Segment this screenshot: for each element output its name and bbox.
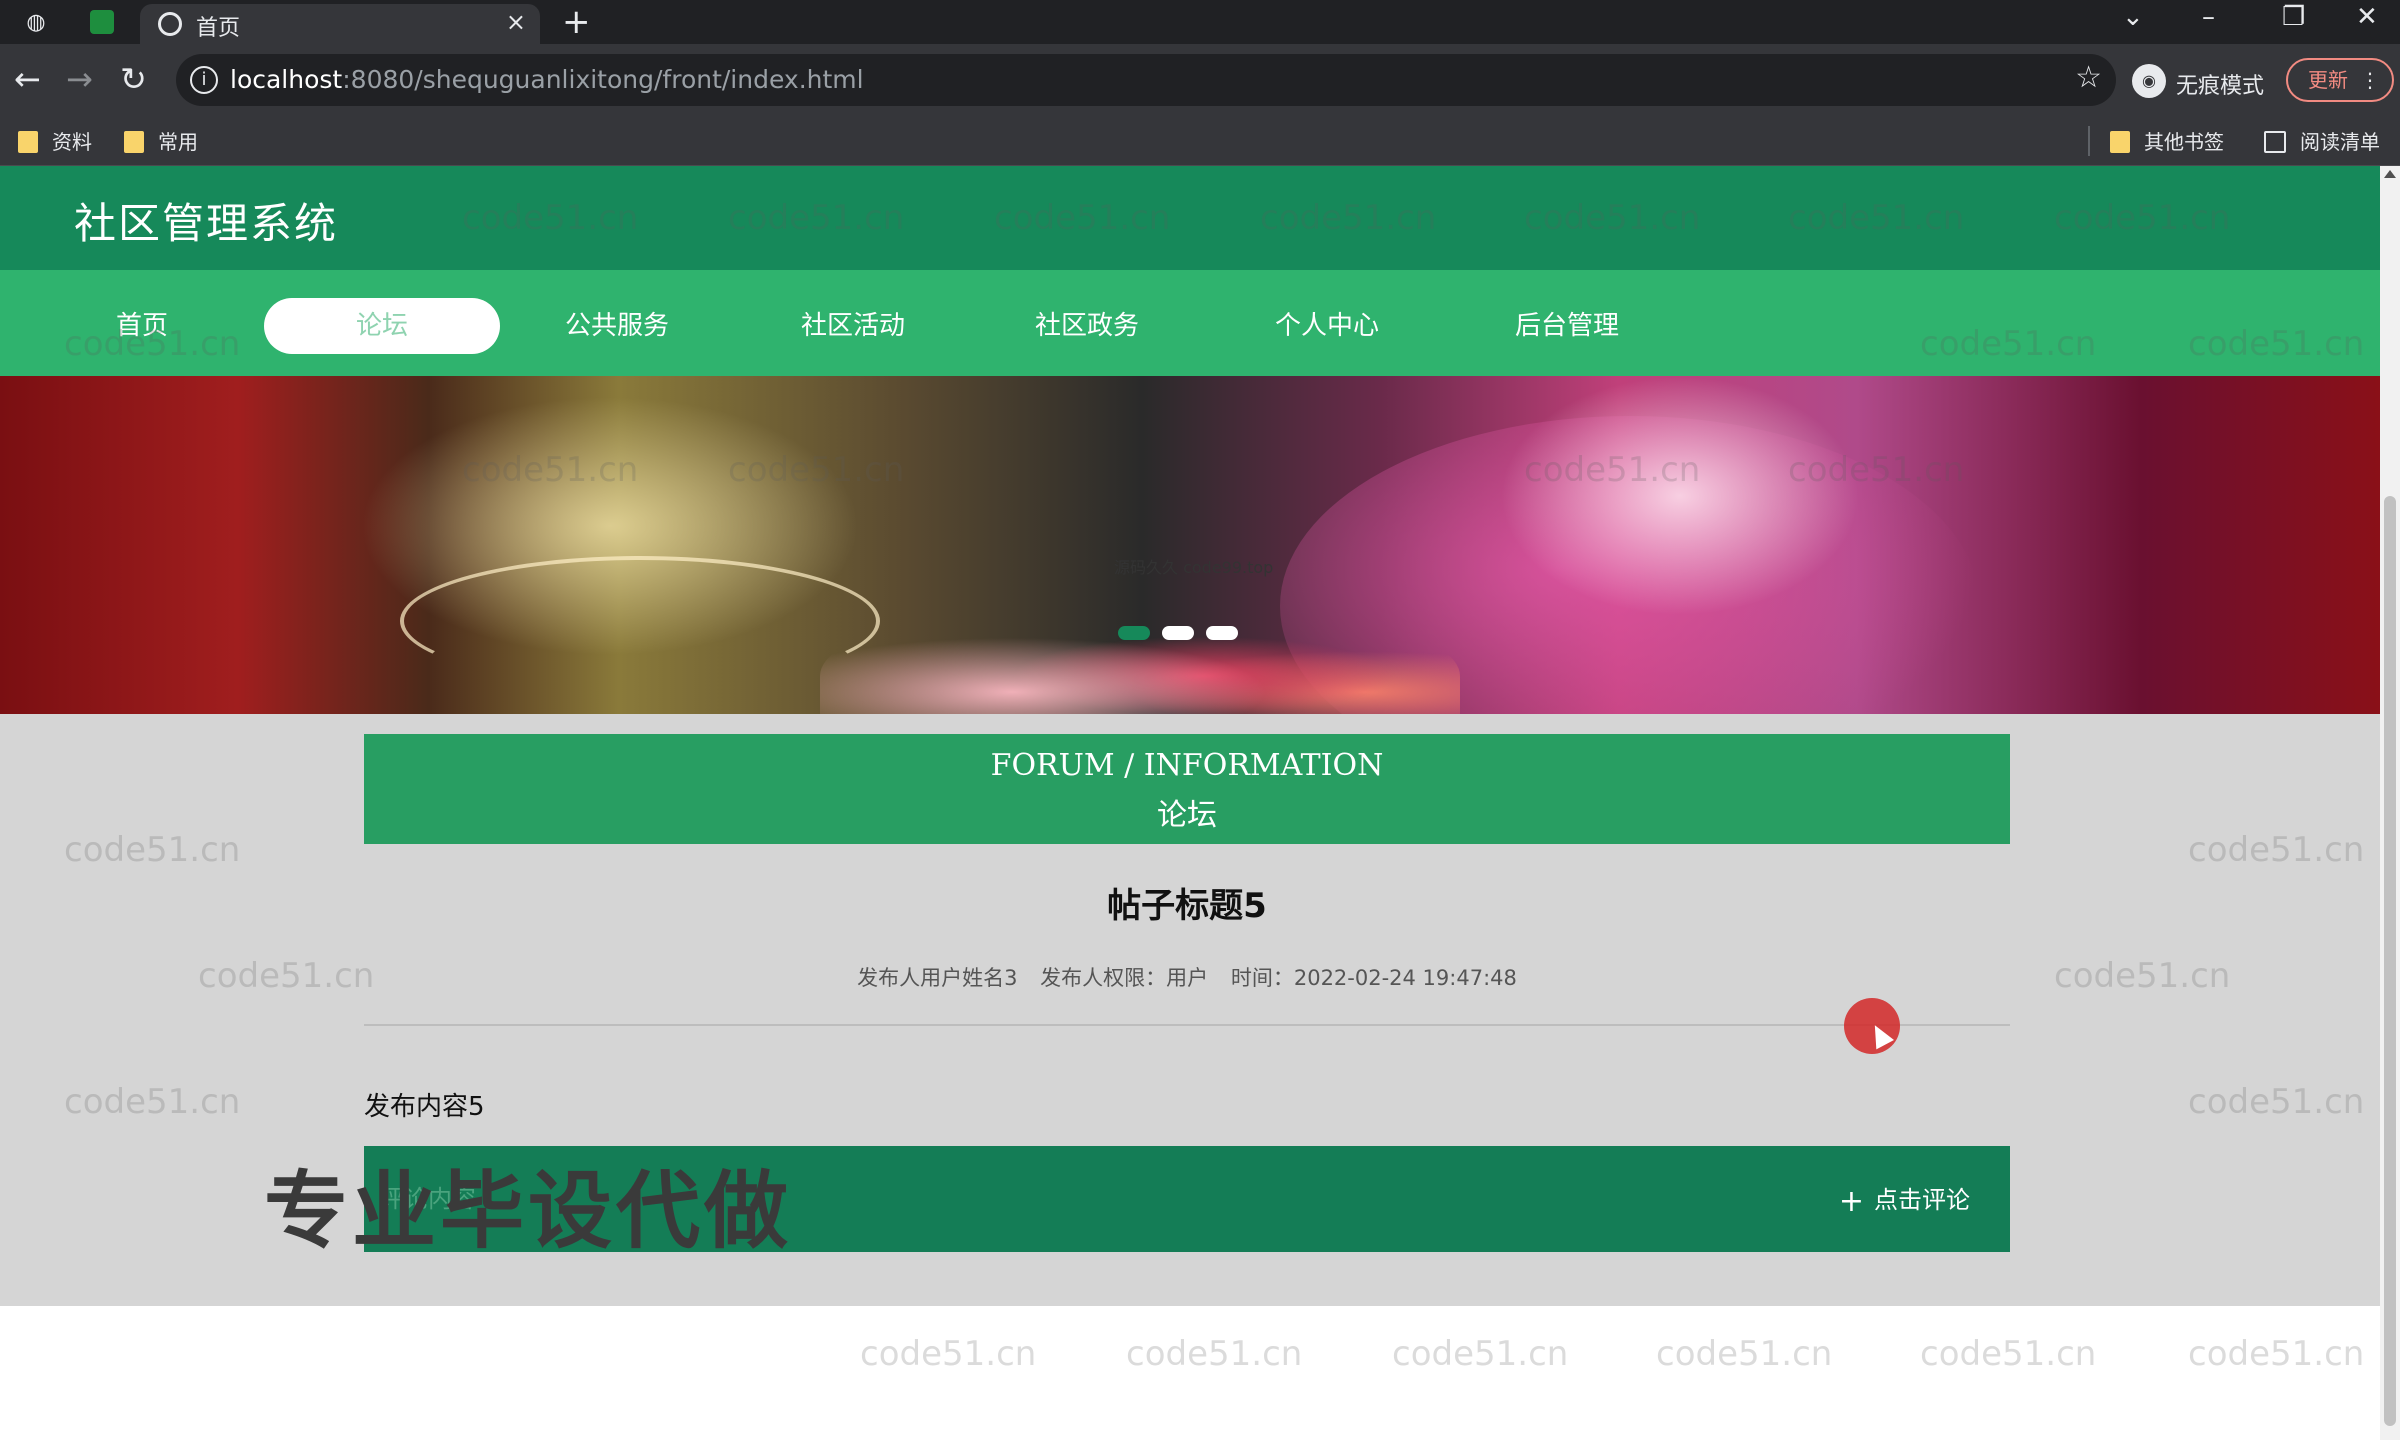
reload-icon[interactable]: ↻ xyxy=(120,60,147,98)
bookmark-star-icon[interactable]: ☆ xyxy=(2075,60,2102,95)
carousel-dot-2[interactable] xyxy=(1162,626,1194,640)
window-close-icon[interactable]: ✕ xyxy=(2356,2,2378,32)
site-nav: 首页 论坛 公共服务 社区活动 社区政务 个人中心 后台管理 xyxy=(0,270,2380,376)
carousel-dot-3[interactable] xyxy=(1206,626,1238,640)
address-bar: ← → ↻ i localhost:8080/shequguanlixitong… xyxy=(0,44,2400,116)
reading-list[interactable]: 阅读清单 xyxy=(2264,126,2380,155)
sheets-app-icon[interactable] xyxy=(90,10,114,34)
folder-icon xyxy=(2110,131,2130,153)
source-watermark: 源码久久 code99.top xyxy=(1114,558,1274,577)
banner-ring xyxy=(400,556,880,686)
close-tab-icon[interactable]: × xyxy=(506,8,526,36)
nav-public-service[interactable]: 公共服务 xyxy=(542,298,692,354)
post-divider xyxy=(364,1024,2010,1026)
browser-tab-bar: ◍ 首页 × + ⌄ – ❐ ✕ xyxy=(0,0,2400,44)
update-button[interactable]: 更新 ⋮ xyxy=(2286,58,2394,102)
tab-search-icon[interactable]: ⌄ xyxy=(2122,2,2144,32)
bookmark-folder-changyong[interactable]: 常用 xyxy=(124,126,198,155)
back-icon[interactable]: ← xyxy=(14,60,41,98)
carousel-indicators xyxy=(1118,626,1238,640)
post-publisher-role: 发布人权限：用户 xyxy=(1040,966,1209,990)
minimize-icon[interactable]: – xyxy=(2202,2,2215,32)
post-publisher-name: 发布人用户姓名3 xyxy=(857,966,1018,990)
nav-community-activity[interactable]: 社区活动 xyxy=(778,298,928,354)
url-field[interactable]: i localhost:8080/shequguanlixitong/front… xyxy=(176,54,2116,106)
folder-icon xyxy=(124,131,144,153)
post-content: 发布内容5 xyxy=(364,1092,485,1122)
post-time: 时间：2022-02-24 19:47:48 xyxy=(1230,966,1517,990)
nav-admin[interactable]: 后台管理 xyxy=(1492,298,1642,354)
plus-icon: + xyxy=(1838,1184,1864,1219)
promo-text: 专业毕设代做 xyxy=(264,1162,793,1260)
browser-menu-icon[interactable]: ◍ xyxy=(22,8,50,36)
scroll-up-arrow-icon[interactable] xyxy=(2384,170,2396,178)
nav-personal-center[interactable]: 个人中心 xyxy=(1252,298,1402,354)
post-meta: 发布人用户姓名3 发布人权限：用户 时间：2022-02-24 19:47:48 xyxy=(364,962,2010,992)
restore-icon[interactable]: ❐ xyxy=(2282,2,2305,32)
bookmarks-bar: 资料 常用 其他书签 阅读清单 xyxy=(0,116,2400,166)
globe-icon xyxy=(158,12,182,36)
tab-title: 首页 xyxy=(196,16,241,41)
nav-forum[interactable]: 论坛 xyxy=(264,298,500,354)
forward-icon[interactable]: → xyxy=(66,60,93,98)
forum-header: FORUM / INFORMATION 论坛 xyxy=(364,734,2010,844)
bookmarks-separator xyxy=(2088,126,2090,156)
banner-carousel[interactable] xyxy=(0,376,2380,714)
browser-tab-home[interactable]: 首页 × xyxy=(140,4,540,44)
reading-list-icon xyxy=(2264,131,2286,153)
scroll-thumb[interactable] xyxy=(2384,496,2396,1426)
more-menu-icon[interactable]: ⋮ xyxy=(2360,60,2380,100)
post-title: 帖子标题5 xyxy=(1107,886,1267,926)
site-header: 社区管理系统 xyxy=(0,166,2380,270)
comment-button[interactable]: + 点击评论 xyxy=(1839,1180,1970,1219)
other-bookmarks[interactable]: 其他书签 xyxy=(2110,126,2224,155)
bookmark-folder-ziliao[interactable]: 资料 xyxy=(18,126,92,155)
forum-header-cn: 论坛 xyxy=(1157,798,1217,833)
incognito-label[interactable]: 无痕模式 xyxy=(2176,68,2264,100)
page-scrollbar[interactable] xyxy=(2380,166,2400,1440)
incognito-icon[interactable]: ◉ xyxy=(2132,64,2166,98)
nav-home[interactable]: 首页 xyxy=(72,298,212,354)
carousel-dot-1[interactable] xyxy=(1118,626,1150,640)
site-info-icon[interactable]: i xyxy=(190,66,218,94)
banner-glow-right xyxy=(1500,376,1860,616)
new-tab-button[interactable]: + xyxy=(562,2,591,42)
forum-header-en: FORUM / INFORMATION xyxy=(990,748,1384,783)
page-footer xyxy=(0,1306,2380,1440)
url-text[interactable]: localhost:8080/shequguanlixitong/front/i… xyxy=(230,65,864,94)
folder-icon xyxy=(18,131,38,153)
site-title: 社区管理系统 xyxy=(74,199,339,248)
nav-community-affairs[interactable]: 社区政务 xyxy=(1012,298,1162,354)
